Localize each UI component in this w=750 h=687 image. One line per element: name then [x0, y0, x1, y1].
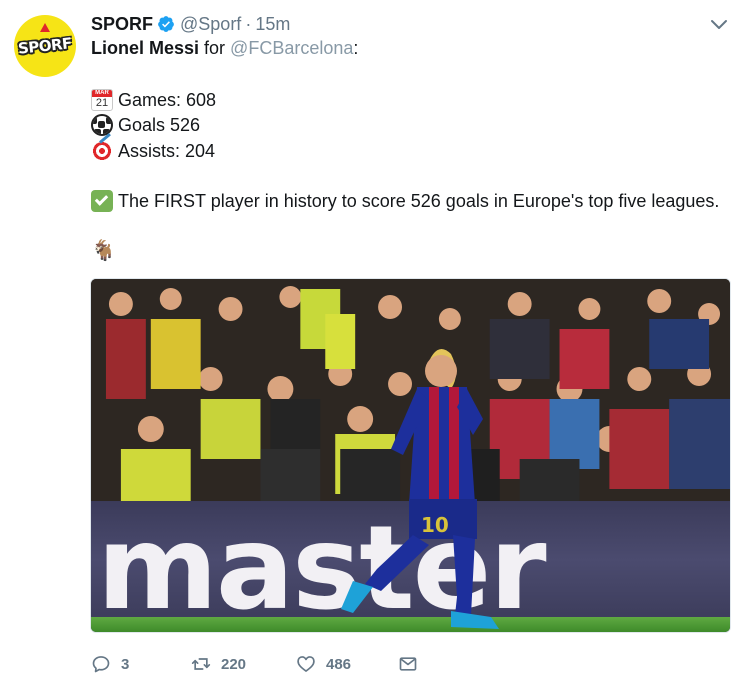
tweet-actions: 3 220 486 — [91, 652, 491, 676]
verified-badge-icon — [158, 16, 174, 32]
reply-icon — [92, 656, 110, 673]
retweet-button[interactable]: 220 — [191, 652, 246, 676]
calendar-month: MAR — [92, 90, 112, 97]
like-button[interactable]: 486 — [296, 652, 351, 676]
reply-count: 3 — [121, 655, 130, 673]
header-separator: · — [245, 13, 252, 34]
direct-message-button[interactable] — [398, 652, 428, 676]
player-figure: 10 — [341, 349, 499, 629]
calendar-icon: MAR 21 — [91, 89, 113, 111]
check-mark-icon — [91, 190, 113, 212]
avatar-logo-text: SPORF — [17, 34, 73, 58]
tweet-header: SPORF @Sporf · 15m — [91, 12, 290, 36]
mention-link[interactable]: @FCBarcelona — [230, 36, 353, 60]
tweet-timestamp[interactable]: 15m — [255, 14, 290, 35]
games-text: Games: 608 — [118, 90, 217, 110]
connector-text: for — [204, 38, 226, 58]
player-name: Lionel Messi — [91, 38, 200, 58]
retweet-count: 220 — [221, 655, 247, 673]
avatar-logo-accent — [40, 23, 50, 32]
stat-assists: Assists: 204 — [91, 132, 216, 163]
stat-first-player: The FIRST player in history to score 526… — [91, 189, 719, 213]
reply-button[interactable]: 3 — [91, 652, 129, 676]
avatar[interactable]: SPORF — [14, 15, 76, 77]
jersey-number: 10 — [421, 513, 449, 537]
tweet-text-intro: Lionel Messi for @FCBarcelona : — [91, 36, 358, 60]
chevron-down-icon[interactable] — [709, 14, 729, 34]
goals-text: Goals 526 — [118, 115, 201, 135]
colon-text: : — [353, 38, 359, 58]
user-handle[interactable]: @Sporf — [180, 14, 241, 35]
retweet-icon — [191, 658, 211, 670]
tweet-card[interactable]: SPORF SPORF @Sporf · 15m Lionel Messi fo… — [0, 0, 750, 687]
goat-icon: 🐐 — [91, 238, 116, 262]
heart-icon — [297, 656, 315, 672]
soccer-ball-icon — [91, 114, 113, 136]
like-count: 486 — [326, 655, 352, 673]
assists-text: Assists: 204 — [118, 141, 216, 161]
tweet-photo[interactable]: master 10 — [90, 278, 731, 633]
stat-games: MAR 21 Games: 608 — [91, 88, 216, 112]
dart-target-icon — [91, 132, 113, 162]
calendar-day: 21 — [95, 97, 109, 109]
display-name[interactable]: SPORF — [91, 14, 153, 35]
envelope-icon — [399, 657, 417, 671]
goat-line: 🐐 — [91, 238, 116, 262]
first-player-text: The FIRST player in history to score 526… — [118, 191, 720, 211]
